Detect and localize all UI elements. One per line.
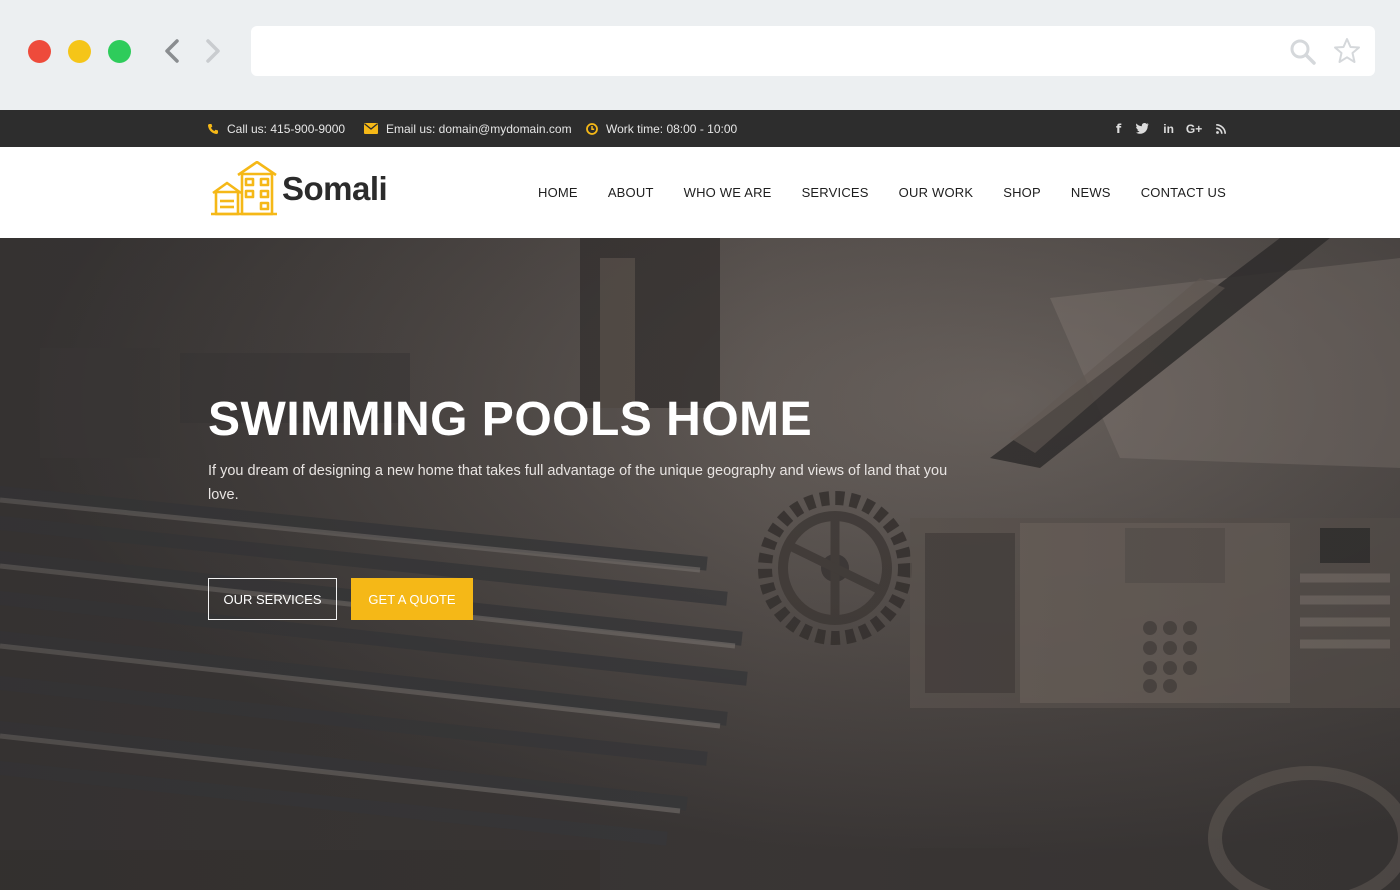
email-info: Email us: domain@mydomain.com (364, 110, 572, 147)
worktime-info: Work time: 08:00 - 10:00 (586, 110, 737, 147)
star-icon[interactable] (1333, 37, 1361, 65)
get-a-quote-button[interactable]: GET A QUOTE (351, 578, 473, 620)
maximize-window-button[interactable] (108, 40, 131, 63)
worktime-text: Work time: 08:00 - 10:00 (606, 121, 738, 136)
address-bar[interactable] (251, 26, 1375, 76)
nav-news[interactable]: NEWS (1071, 185, 1111, 200)
phone-text: Call us: 415-900-9000 (227, 121, 346, 136)
social-links: f in G+ (1100, 110, 1227, 147)
back-arrow-icon[interactable] (160, 36, 184, 66)
forward-arrow-icon[interactable] (201, 36, 225, 66)
hero-description: If you dream of designing a new home tha… (208, 463, 948, 503)
hero-section: SWIMMING POOLS HOME If you dream of desi… (0, 238, 1400, 890)
search-icon[interactable] (1289, 38, 1317, 66)
site-logo[interactable]: Somali (210, 161, 388, 217)
nav-who-we-are[interactable]: WHO WE ARE (684, 185, 772, 200)
minimize-window-button[interactable] (68, 40, 91, 63)
nav-contact-us[interactable]: CONTACT US (1141, 185, 1226, 200)
browser-chrome (0, 0, 1400, 110)
clock-icon (586, 122, 598, 135)
linkedin-icon[interactable]: in (1163, 122, 1174, 136)
hero-title: SWIMMING POOLS HOME (208, 393, 813, 446)
rss-icon[interactable] (1216, 123, 1227, 134)
phone-info: Call us: 415-900-9000 (207, 110, 345, 147)
nav-about[interactable]: ABOUT (608, 185, 654, 200)
top-info-bar: Call us: 415-900-9000 Email us: domain@m… (0, 110, 1400, 147)
nav-home[interactable]: HOME (538, 185, 578, 200)
house-logo-icon (211, 161, 277, 216)
nav-services[interactable]: SERVICES (802, 185, 869, 200)
close-window-button[interactable] (28, 40, 51, 63)
email-text: Email us: domain@mydomain.com (386, 121, 572, 136)
nav-shop[interactable]: SHOP (1003, 185, 1041, 200)
twitter-icon[interactable] (1136, 123, 1149, 134)
logo-text: Somali (282, 170, 388, 207)
envelope-icon (364, 123, 378, 134)
nav-our-work[interactable]: OUR WORK (899, 185, 974, 200)
hero-background-image (0, 238, 1400, 890)
phone-icon (208, 123, 218, 134)
googleplus-icon[interactable]: G+ (1186, 122, 1202, 136)
site-header: Somali HOME ABOUT WHO WE ARE SERVICES OU… (0, 147, 1400, 238)
our-services-button[interactable]: OUR SERVICES (208, 578, 337, 620)
facebook-icon[interactable]: f (1116, 122, 1121, 136)
main-nav: HOME ABOUT WHO WE ARE SERVICES OUR WORK … (508, 147, 1226, 238)
